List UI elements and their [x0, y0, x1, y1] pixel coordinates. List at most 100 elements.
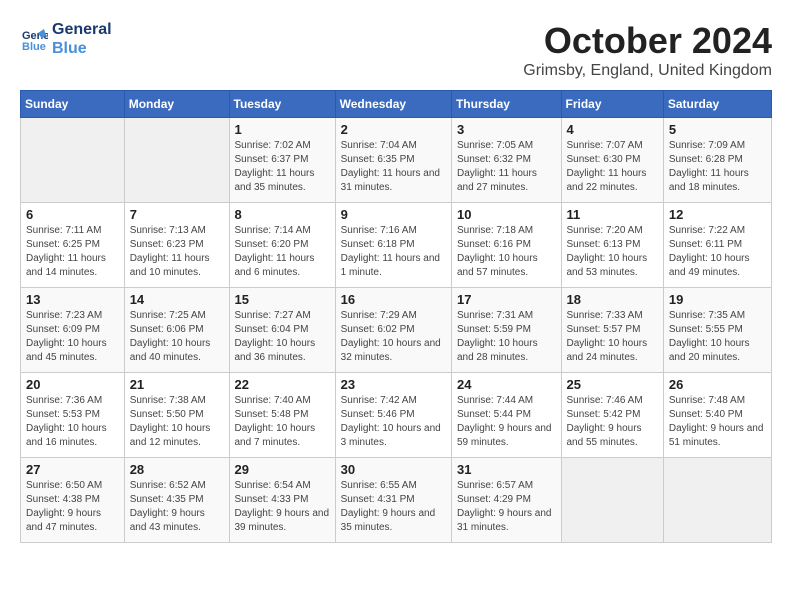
day-detail: Sunrise: 6:54 AMSunset: 4:33 PMDaylight:… [235, 479, 330, 535]
day-number: 17 [457, 292, 556, 307]
calendar-cell: 11 Sunrise: 7:20 AMSunset: 6:13 PMDayligh… [561, 203, 663, 288]
day-number: 9 [341, 207, 446, 222]
day-number: 25 [567, 377, 658, 392]
day-number: 8 [235, 207, 330, 222]
day-detail: Sunrise: 6:50 AMSunset: 4:38 PMDaylight:… [26, 479, 119, 535]
day-number: 31 [457, 462, 556, 477]
calendar-week-3: 13Sunrise: 7:23 AMSunset: 6:09 PMDayligh… [21, 288, 772, 373]
calendar-cell: 17 Sunrise: 7:31 AMSunset: 5:59 PMDayligh… [451, 288, 561, 373]
day-detail: Sunrise: 7:31 AMSunset: 5:59 PMDaylight:… [457, 309, 556, 365]
day-number: 14 [130, 292, 224, 307]
day-detail: Sunrise: 7:04 AMSunset: 6:35 PMDaylight:… [341, 139, 446, 195]
day-detail: Sunrise: 7:48 AMSunset: 5:40 PMDaylight:… [669, 394, 766, 450]
calendar-cell: 5Sunrise: 7:09 AMSunset: 6:28 PMDaylight… [663, 118, 771, 203]
day-number: 21 [130, 377, 224, 392]
day-detail: Sunrise: 7:16 AMSunset: 6:18 PMDaylight:… [341, 224, 446, 280]
calendar-cell: 19 Sunrise: 7:35 AMSunset: 5:55 PMDayligh… [663, 288, 771, 373]
day-detail: Sunrise: 7:02 AMSunset: 6:37 PMDaylight:… [235, 139, 330, 195]
calendar-cell: 4 Sunrise: 7:07 AMSunset: 6:30 PMDaylight… [561, 118, 663, 203]
weekday-header-monday: Monday [124, 91, 229, 118]
day-number: 30 [341, 462, 446, 477]
calendar-cell: 24 Sunrise: 7:44 AMSunset: 5:44 PMDayligh… [451, 373, 561, 458]
day-detail: Sunrise: 7:27 AMSunset: 6:04 PMDaylight:… [235, 309, 330, 365]
day-number: 2 [341, 122, 446, 137]
weekday-header-row: SundayMondayTuesdayWednesdayThursdayFrid… [21, 91, 772, 118]
day-detail: Sunrise: 6:55 AMSunset: 4:31 PMDaylight:… [341, 479, 446, 535]
day-number: 29 [235, 462, 330, 477]
weekday-header-tuesday: Tuesday [229, 91, 335, 118]
calendar-cell: 13Sunrise: 7:23 AMSunset: 6:09 PMDayligh… [21, 288, 125, 373]
day-detail: Sunrise: 6:57 AMSunset: 4:29 PMDaylight:… [457, 479, 556, 535]
day-number: 7 [130, 207, 224, 222]
calendar-cell: 12Sunrise: 7:22 AMSunset: 6:11 PMDayligh… [663, 203, 771, 288]
day-number: 15 [235, 292, 330, 307]
day-detail: Sunrise: 7:09 AMSunset: 6:28 PMDaylight:… [669, 139, 766, 195]
calendar-week-4: 20 Sunrise: 7:36 AMSunset: 5:53 PMDayligh… [21, 373, 772, 458]
calendar-cell: 31 Sunrise: 6:57 AMSunset: 4:29 PMDayligh… [451, 458, 561, 543]
month-title: October 2024 [523, 20, 772, 62]
calendar-cell [561, 458, 663, 543]
calendar-cell: 26 Sunrise: 7:48 AMSunset: 5:40 PMDayligh… [663, 373, 771, 458]
day-detail: Sunrise: 7:38 AMSunset: 5:50 PMDaylight:… [130, 394, 224, 450]
day-detail: Sunrise: 7:40 AMSunset: 5:48 PMDaylight:… [235, 394, 330, 450]
day-number: 19 [669, 292, 766, 307]
day-number: 1 [235, 122, 330, 137]
day-number: 10 [457, 207, 556, 222]
calendar-cell: 16 Sunrise: 7:29 AMSunset: 6:02 PMDayligh… [335, 288, 451, 373]
calendar-week-2: 6Sunrise: 7:11 AMSunset: 6:25 PMDaylight… [21, 203, 772, 288]
calendar-cell: 25 Sunrise: 7:46 AMSunset: 5:42 PMDayligh… [561, 373, 663, 458]
calendar-cell: 14 Sunrise: 7:25 AMSunset: 6:06 PMDayligh… [124, 288, 229, 373]
logo-icon: General Blue [20, 25, 48, 53]
calendar-cell: 10 Sunrise: 7:18 AMSunset: 6:16 PMDayligh… [451, 203, 561, 288]
weekday-header-wednesday: Wednesday [335, 91, 451, 118]
day-detail: Sunrise: 7:33 AMSunset: 5:57 PMDaylight:… [567, 309, 658, 365]
logo: General Blue General Blue [20, 20, 112, 58]
header: General Blue General Blue October 2024 G… [20, 20, 772, 80]
day-detail: Sunrise: 7:25 AMSunset: 6:06 PMDaylight:… [130, 309, 224, 365]
calendar-cell: 3Sunrise: 7:05 AMSunset: 6:32 PMDaylight… [451, 118, 561, 203]
day-detail: Sunrise: 6:52 AMSunset: 4:35 PMDaylight:… [130, 479, 224, 535]
calendar-cell: 18 Sunrise: 7:33 AMSunset: 5:57 PMDayligh… [561, 288, 663, 373]
day-detail: Sunrise: 7:14 AMSunset: 6:20 PMDaylight:… [235, 224, 330, 280]
calendar-cell: 29 Sunrise: 6:54 AMSunset: 4:33 PMDayligh… [229, 458, 335, 543]
calendar-cell: 9 Sunrise: 7:16 AMSunset: 6:18 PMDaylight… [335, 203, 451, 288]
day-detail: Sunrise: 7:36 AMSunset: 5:53 PMDaylight:… [26, 394, 119, 450]
calendar-cell: 1 Sunrise: 7:02 AMSunset: 6:37 PMDaylight… [229, 118, 335, 203]
day-detail: Sunrise: 7:18 AMSunset: 6:16 PMDaylight:… [457, 224, 556, 280]
day-detail: Sunrise: 7:42 AMSunset: 5:46 PMDaylight:… [341, 394, 446, 450]
calendar-cell [663, 458, 771, 543]
day-number: 28 [130, 462, 224, 477]
day-detail: Sunrise: 7:46 AMSunset: 5:42 PMDaylight:… [567, 394, 658, 450]
day-number: 13 [26, 292, 119, 307]
calendar-week-1: 1 Sunrise: 7:02 AMSunset: 6:37 PMDaylight… [21, 118, 772, 203]
calendar-cell: 6Sunrise: 7:11 AMSunset: 6:25 PMDaylight… [21, 203, 125, 288]
calendar-cell: 28 Sunrise: 6:52 AMSunset: 4:35 PMDayligh… [124, 458, 229, 543]
calendar-cell: 21 Sunrise: 7:38 AMSunset: 5:50 PMDayligh… [124, 373, 229, 458]
day-detail: Sunrise: 7:07 AMSunset: 6:30 PMDaylight:… [567, 139, 658, 195]
day-number: 27 [26, 462, 119, 477]
title-area: October 2024 Grimsby, England, United Ki… [523, 20, 772, 80]
calendar-cell [21, 118, 125, 203]
day-detail: Sunrise: 7:05 AMSunset: 6:32 PMDaylight:… [457, 139, 556, 195]
calendar-cell: 20 Sunrise: 7:36 AMSunset: 5:53 PMDayligh… [21, 373, 125, 458]
day-number: 22 [235, 377, 330, 392]
calendar-cell: 2 Sunrise: 7:04 AMSunset: 6:35 PMDaylight… [335, 118, 451, 203]
day-number: 23 [341, 377, 446, 392]
day-number: 20 [26, 377, 119, 392]
day-number: 24 [457, 377, 556, 392]
calendar-cell [124, 118, 229, 203]
day-number: 26 [669, 377, 766, 392]
day-detail: Sunrise: 7:29 AMSunset: 6:02 PMDaylight:… [341, 309, 446, 365]
day-detail: Sunrise: 7:35 AMSunset: 5:55 PMDaylight:… [669, 309, 766, 365]
day-number: 16 [341, 292, 446, 307]
day-detail: Sunrise: 7:44 AMSunset: 5:44 PMDaylight:… [457, 394, 556, 450]
day-detail: Sunrise: 7:22 AMSunset: 6:11 PMDaylight:… [669, 224, 766, 280]
day-number: 4 [567, 122, 658, 137]
calendar-cell: 22 Sunrise: 7:40 AMSunset: 5:48 PMDayligh… [229, 373, 335, 458]
logo-text: General Blue [52, 20, 112, 58]
day-detail: Sunrise: 7:20 AMSunset: 6:13 PMDaylight:… [567, 224, 658, 280]
day-number: 11 [567, 207, 658, 222]
calendar-cell: 27 Sunrise: 6:50 AMSunset: 4:38 PMDayligh… [21, 458, 125, 543]
day-number: 18 [567, 292, 658, 307]
calendar-cell: 23 Sunrise: 7:42 AMSunset: 5:46 PMDayligh… [335, 373, 451, 458]
